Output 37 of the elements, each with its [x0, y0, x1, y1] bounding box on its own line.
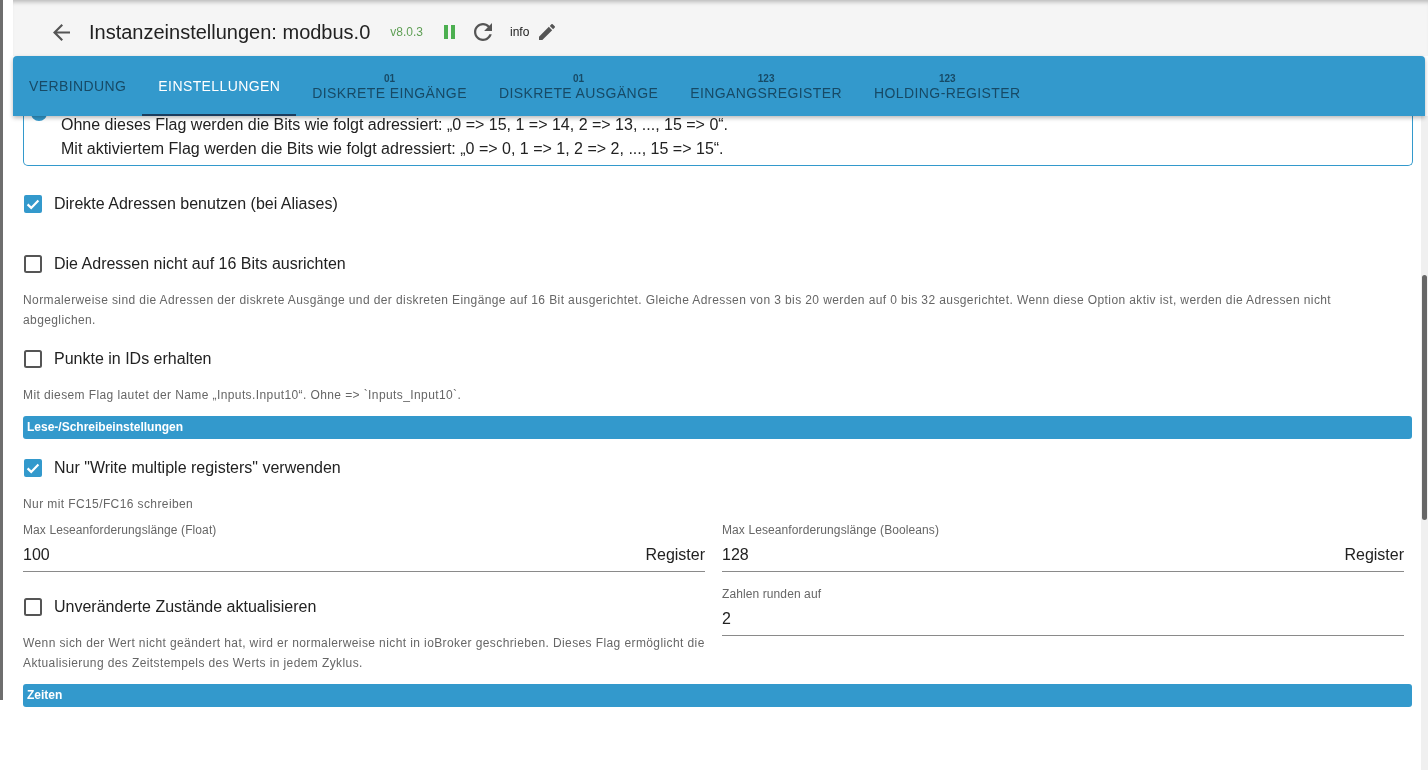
text-field[interactable]: 100 Register	[23, 543, 705, 572]
text-field[interactable]: 2	[722, 607, 1404, 636]
info-text: Ohne dieses Flag werden die Bits wie folgt adressiert: „0 => 15, 1 => 14, 2 => 13, ..., 15 => 0“.	[61, 116, 730, 134]
help-text: Nur mit FC15/FC16 schreiben	[23, 496, 195, 513]
checkbox-label[interactable]: Unveränderte Zustände aktualisieren	[54, 598, 317, 616]
checkbox-label[interactable]: Punkte in IDs erhalten	[54, 350, 212, 368]
unit-label: Register	[645, 546, 705, 564]
checkbox[interactable]	[24, 195, 42, 213]
checkbox[interactable]	[24, 459, 42, 477]
input-field[interactable]: 128	[722, 543, 1345, 567]
checkbox-label[interactable]: Direkte Adressen benutzen (bei Aliases)	[54, 195, 338, 213]
unit-label: Register	[1344, 546, 1404, 564]
checkbox[interactable]	[24, 350, 42, 368]
pause-icon[interactable]	[444, 25, 455, 39]
info-text: Mit aktiviertem Flag werden die Bits wie folgt adressiert: „0 => 0, 1 => 1, 2 => 2, ..., 15 => 15“.	[61, 140, 725, 158]
help-text: Mit diesem Flag lautet der Name „Inputs.Input10“. Ohne => `Inputs_Input10`.	[23, 387, 463, 404]
refresh-icon[interactable]	[474, 23, 492, 41]
section-header: Lese-/Schreibeinstellungen	[23, 416, 1412, 439]
back-arrow-icon[interactable]	[53, 23, 70, 41]
help-text: Normalerweise sind die Adressen der diskrete Ausgänge und der diskreten Eingänge auf 16 Bit ausgerichtet. Gleiche Adressen von 3 bis 20 werden auf 0 bis 32 ausgerichtet. Wenn diese Option aktiv ist, werden die Adressen nicht abgeglichen.	[23, 292, 1333, 329]
checkbox-label[interactable]: Nur "Write multiple registers" verwenden	[54, 459, 341, 477]
input-field[interactable]: 100	[23, 543, 646, 567]
checkbox-label[interactable]: Die Adressen nicht auf 16 Bits ausrichten	[54, 255, 346, 273]
field-label: Max Leseanforderungslänge (Float)	[23, 522, 218, 538]
checkbox[interactable]	[24, 255, 42, 273]
field-label: Zahlen runden auf	[722, 586, 823, 602]
version-label: v8.0.3	[390, 25, 423, 39]
help-text: Wenn sich der Wert nicht geändert hat, wird er normalerweise nicht in ioBroker geschrieben. Dieses Flag ermöglicht die Aktualisierung des Zeitstempels des Werts in jedem Zyklus.	[23, 635, 706, 672]
page-title: Instanzeinstellungen: modbus.0	[89, 20, 371, 44]
checkbox[interactable]	[24, 598, 42, 616]
input-field[interactable]: 2	[722, 607, 1404, 631]
text-field[interactable]: 128 Register	[722, 543, 1404, 572]
field-label: Max Leseanforderungslänge (Booleans)	[722, 522, 941, 538]
scrollbar-thumb[interactable]	[1422, 275, 1427, 520]
section-header: Zeiten	[23, 684, 1412, 707]
info-label: info	[510, 25, 530, 39]
pencil-icon[interactable]	[539, 24, 556, 40]
